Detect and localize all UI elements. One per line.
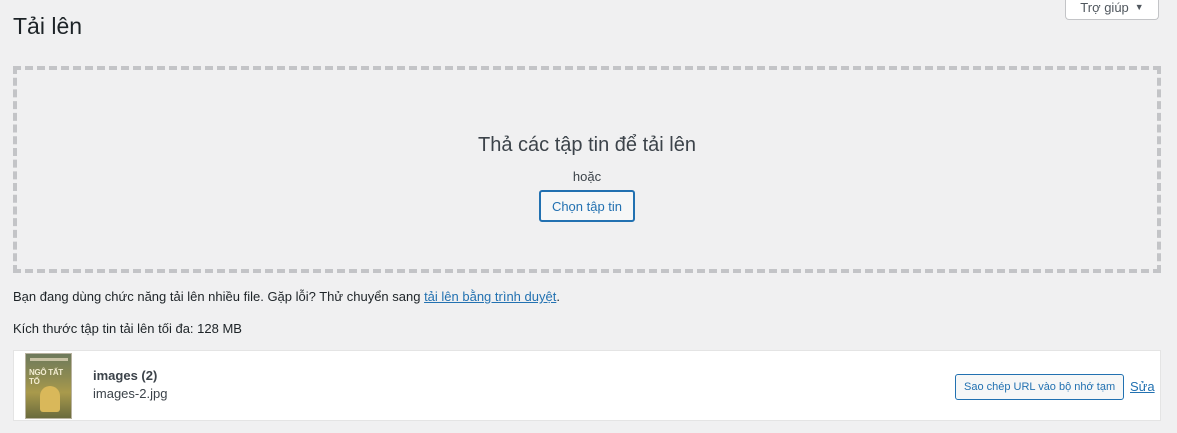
help-label: Trợ giúp — [1080, 0, 1129, 15]
media-filename: images-2.jpg — [93, 386, 168, 401]
help-tab-button[interactable]: Trợ giúp ▼ — [1065, 0, 1159, 20]
thumbnail-cover-figure — [40, 386, 60, 412]
multi-uploader-notice: Bạn đang dùng chức năng tải lên nhiều fi… — [13, 289, 560, 304]
multi-uploader-suffix: . — [556, 289, 560, 304]
select-files-button[interactable]: Chọn tập tin — [538, 190, 636, 222]
uploaded-media-item: NGÔ TẤT TỐ images (2) images-2.jpg Sao c… — [13, 350, 1161, 421]
caret-down-icon: ▼ — [1134, 2, 1144, 12]
browser-uploader-link[interactable]: tải lên bằng trình duyệt — [424, 289, 556, 304]
edit-media-link[interactable]: Sửa — [1130, 379, 1155, 394]
copy-url-button[interactable]: Sao chép URL vào bộ nhớ tạm — [955, 374, 1125, 400]
max-upload-size: Kích thước tập tin tải lên tối đa: 128 M… — [13, 321, 242, 336]
upload-drop-zone[interactable]: Thả các tập tin để tải lên hoặc Chọn tập… — [13, 66, 1161, 273]
media-upload-page: Trợ giúp ▼ Tải lên Thả các tập tin để tả… — [0, 0, 1177, 433]
multi-uploader-text: Bạn đang dùng chức năng tải lên nhiều fi… — [13, 289, 425, 304]
page-title: Tải lên — [13, 13, 83, 39]
thumbnail-header-band — [30, 358, 68, 361]
media-title: images (2) — [93, 368, 158, 383]
drop-zone-title: Thả các tập tin để tải lên — [478, 134, 696, 156]
media-thumbnail: NGÔ TẤT TỐ — [25, 353, 72, 419]
drop-zone-or-text: hoặc — [572, 169, 602, 184]
thumbnail-cover-text: NGÔ TẤT TỐ — [29, 368, 63, 386]
